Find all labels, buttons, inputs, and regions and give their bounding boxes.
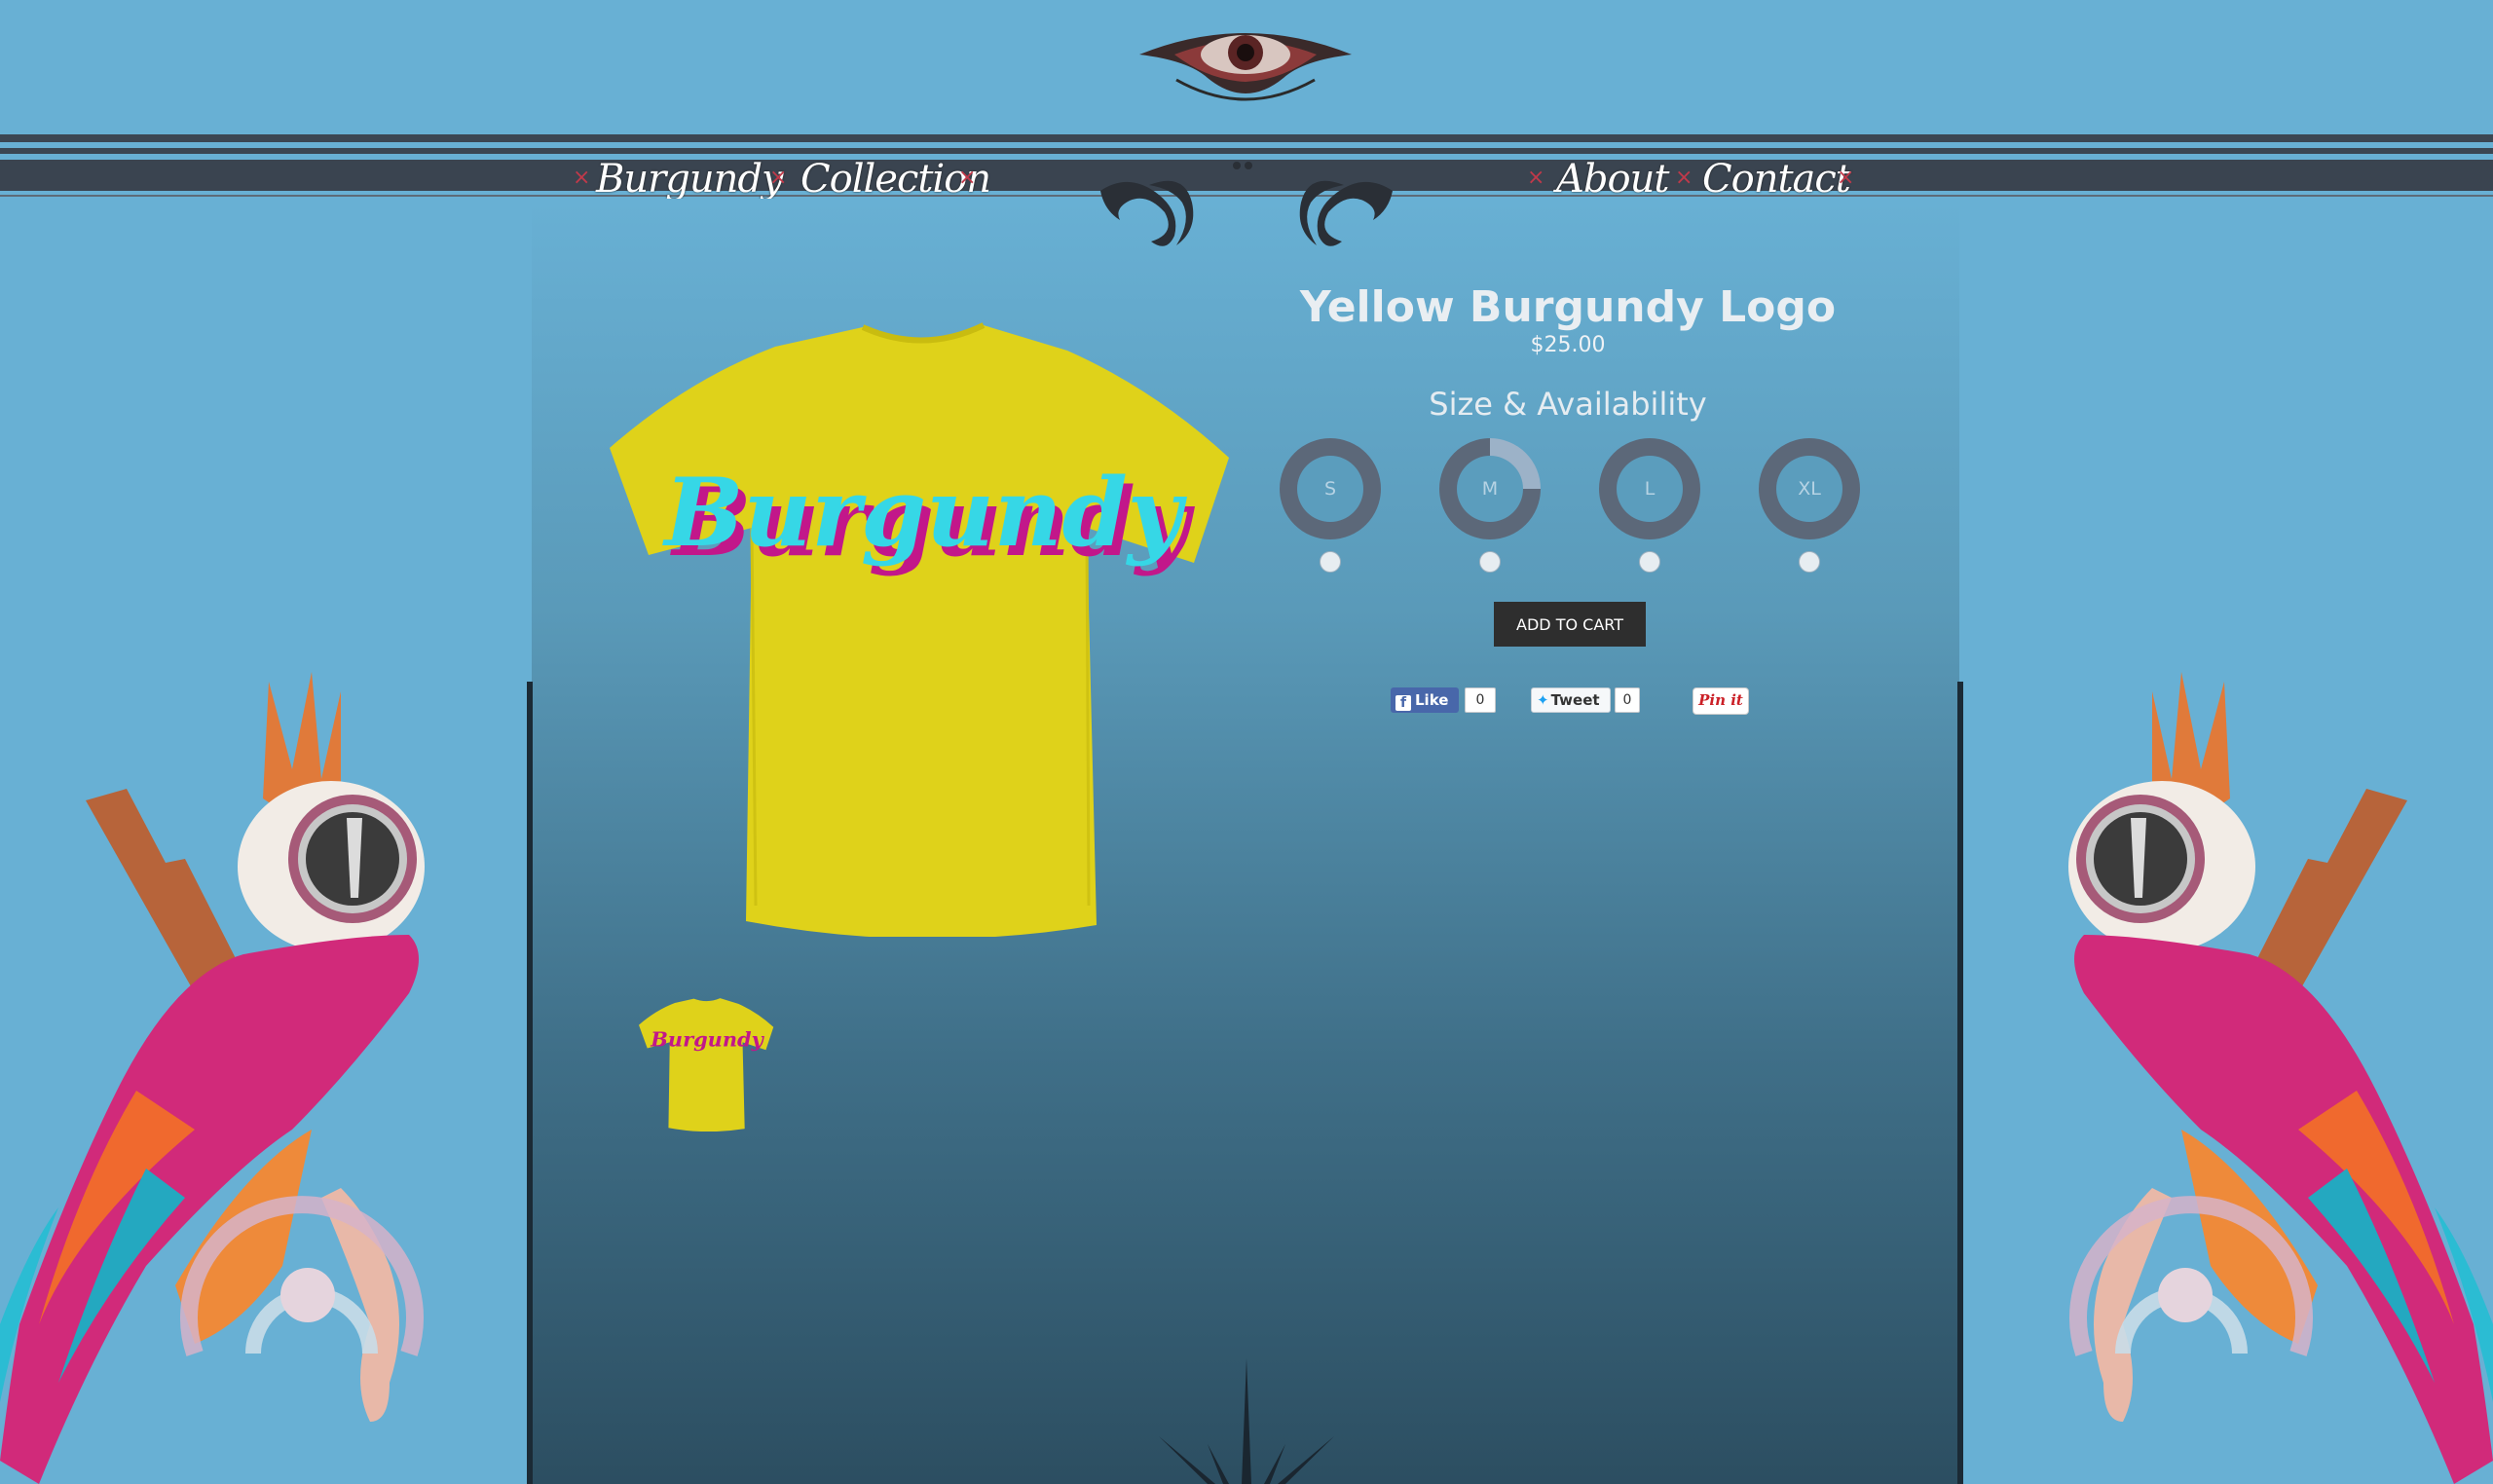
- ornament-icon: [1100, 162, 1393, 246]
- size-label: S: [1297, 456, 1363, 522]
- availability-ring: L: [1599, 438, 1700, 539]
- product-image-main[interactable]: Burgundy Burgundy: [610, 321, 1237, 937]
- size-option-l[interactable]: L: [1599, 438, 1700, 573]
- tweet-widget[interactable]: ✦ Tweet 0: [1531, 687, 1640, 713]
- nav-separator: ×: [958, 166, 977, 190]
- size-label: XL: [1776, 456, 1842, 522]
- nav-band-top: [0, 134, 2493, 142]
- availability-ring: XL: [1759, 438, 1860, 539]
- nav-separator: ×: [1837, 166, 1855, 190]
- size-option-s[interactable]: S: [1280, 438, 1381, 573]
- availability-ring: M: [1439, 438, 1541, 539]
- nav-link-burgundy[interactable]: Burgundy: [596, 156, 784, 203]
- nav-separator: ×: [769, 166, 788, 190]
- tweet-count: 0: [1615, 687, 1640, 713]
- size-option-m[interactable]: M: [1439, 438, 1541, 573]
- nav-separator: ×: [1675, 166, 1693, 190]
- availability-ring: S: [1280, 438, 1381, 539]
- facebook-like-widget[interactable]: f Like 0: [1391, 687, 1498, 713]
- size-availability-heading: Size & Availability: [1429, 386, 1707, 423]
- size-label: M: [1457, 456, 1523, 522]
- nav-link-contact[interactable]: Contact: [1702, 156, 1851, 203]
- nav-link-about[interactable]: About: [1556, 156, 1669, 203]
- size-radio-s[interactable]: [1320, 551, 1341, 573]
- size-radio-xl[interactable]: [1799, 551, 1820, 573]
- facebook-icon: f: [1395, 695, 1411, 711]
- parrot-illustration-right: [2068, 672, 2493, 1484]
- facebook-like-button[interactable]: f Like: [1391, 687, 1459, 713]
- facebook-like-label: Like: [1415, 691, 1449, 709]
- pinterest-pin-button[interactable]: Pin it: [1693, 687, 1749, 715]
- product-price: $25.00: [1530, 333, 1606, 357]
- eye-logo: [1139, 33, 1352, 101]
- nav-separator: ×: [573, 166, 591, 190]
- nav-separator: ×: [1527, 166, 1545, 190]
- tweet-button[interactable]: ✦ Tweet: [1531, 687, 1611, 713]
- size-option-xl[interactable]: XL: [1759, 438, 1860, 573]
- spike-ornament-icon: [1159, 1358, 1334, 1484]
- product-thumbnail[interactable]: Burgundy: [639, 997, 775, 1132]
- parrot-illustration-left: [0, 672, 425, 1484]
- twitter-bird-icon: ✦: [1537, 691, 1549, 709]
- size-label: L: [1617, 456, 1683, 522]
- facebook-like-count: 0: [1465, 687, 1496, 713]
- add-to-cart-button[interactable]: ADD TO CART: [1494, 602, 1646, 647]
- product-logo-text: Burgundy: [661, 458, 1187, 568]
- size-radio-m[interactable]: [1479, 551, 1501, 573]
- tweet-label: Tweet: [1550, 691, 1600, 709]
- product-title: Yellow Burgundy Logo: [1299, 282, 1837, 332]
- size-radio-l[interactable]: [1639, 551, 1660, 573]
- thumbnail-logo-text: Burgundy: [650, 1026, 764, 1051]
